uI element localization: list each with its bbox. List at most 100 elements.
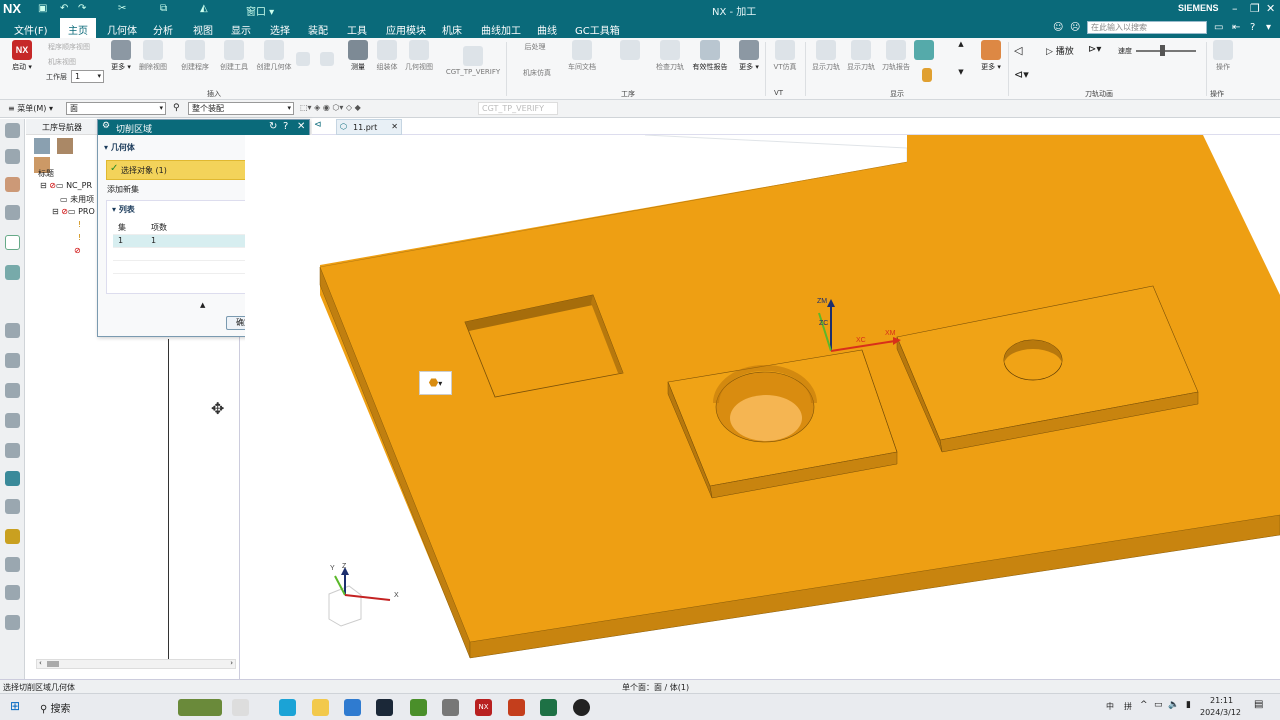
minecraft-icon[interactable]	[410, 699, 427, 716]
geometry-view-button[interactable]: 几何视图	[403, 40, 435, 72]
graphics-viewport[interactable]: ZM ZC XM XC Y Z X ⬣▾	[245, 135, 1280, 678]
menu-home[interactable]: 主页	[60, 18, 96, 38]
more-button-3[interactable]: 更多 ▾	[978, 40, 1004, 72]
selection-filter-popup[interactable]: ⬣▾	[419, 371, 452, 395]
delete-view-button[interactable]: 删除视图	[136, 40, 170, 72]
windows-start-icon[interactable]: ⊞	[10, 699, 20, 713]
ime-indicator[interactable]: 中	[1106, 701, 1114, 712]
tree-row[interactable]: !	[78, 233, 81, 242]
close-icon[interactable]: ✕	[1266, 2, 1275, 15]
help-icon[interactable]: ?	[1250, 22, 1255, 33]
arrow-up-icon[interactable]: ▲	[953, 40, 969, 48]
wrench-icon[interactable]	[5, 585, 20, 600]
menu-file[interactable]: 文件(F)	[14, 22, 48, 37]
network-icon[interactable]: ▭	[1154, 700, 1163, 710]
assembly-nav-icon[interactable]	[5, 177, 20, 192]
mirror-icon[interactable]: ◭	[200, 3, 208, 14]
menu-select[interactable]: 选择	[270, 22, 290, 37]
scope-filter-select[interactable]: 整个装配 ▾	[188, 102, 294, 115]
undo-icon[interactable]: ↶	[60, 3, 68, 14]
minimize-icon[interactable]: –	[1232, 2, 1238, 15]
model-canvas[interactable]: ZM ZC XM XC Y Z X	[245, 135, 1280, 678]
display-eye-button[interactable]	[914, 40, 934, 62]
clock-time[interactable]: 21:11	[1210, 696, 1233, 705]
cgt-field[interactable]: CGT_TP_VERIFY	[478, 102, 558, 115]
play-button[interactable]: ▷ 播放	[1046, 44, 1074, 57]
file-explorer-icon[interactable]	[312, 699, 329, 716]
navigator-toolbar[interactable]	[34, 138, 94, 173]
system-materials-icon[interactable]	[5, 443, 20, 458]
nx-taskbar-icon[interactable]: NX	[475, 699, 492, 716]
menu-assembly[interactable]: 装配	[308, 22, 328, 37]
validity-report-button[interactable]: 有效性报告	[690, 40, 730, 72]
command-search-input[interactable]: 在此输入以搜索	[1087, 21, 1207, 34]
horizontal-scrollbar[interactable]: ‹ ›	[36, 659, 236, 669]
constraint-nav-icon[interactable]	[5, 205, 20, 220]
reset-icon[interactable]: ↻	[269, 121, 277, 132]
tree-row[interactable]: ⊟ ⊘▭ PRO	[52, 207, 95, 216]
tray-chevron-icon[interactable]: ^	[1140, 700, 1148, 710]
battery-icon[interactable]: ▮	[1186, 700, 1191, 710]
step-forward-icon[interactable]: ⊳▾	[1088, 44, 1101, 55]
copy-icon[interactable]: ⧉	[160, 3, 167, 14]
shop-doc-button[interactable]: 车间文档	[564, 40, 600, 72]
geometry-section-header[interactable]: ▾ 几何体	[104, 142, 135, 153]
tree-row[interactable]: ⊘	[74, 246, 81, 255]
save-icon[interactable]: ▣	[38, 3, 47, 14]
machine-view-button[interactable]: 机床视图	[48, 57, 76, 67]
taskbar-search[interactable]: ⚲ 搜索	[40, 700, 71, 715]
display-tool-button[interactable]: 显示刀轨	[808, 40, 844, 72]
ime-mode[interactable]: 拼	[1124, 701, 1132, 712]
program-view-icon[interactable]	[34, 138, 50, 154]
recorder-icon[interactable]	[573, 699, 590, 716]
create-tool-button[interactable]: 创建工具	[215, 40, 253, 72]
folder-icon[interactable]	[442, 699, 459, 716]
add-icon-2[interactable]	[320, 52, 334, 68]
feedback-icon[interactable]: ☹	[1070, 22, 1080, 33]
settings-icon[interactable]	[5, 123, 20, 138]
volume-icon[interactable]: 🔈	[1168, 700, 1179, 710]
expand-icon[interactable]: ▾	[1266, 22, 1271, 33]
shop-doc2-button[interactable]	[605, 40, 655, 62]
menu-curve[interactable]: 曲线	[537, 22, 557, 37]
display-path-button[interactable]: 显示刀轨	[844, 40, 878, 72]
tree-row[interactable]: !	[78, 220, 81, 229]
menu-analysis[interactable]: 分析	[153, 22, 173, 37]
search-highlight-icon[interactable]	[178, 699, 222, 716]
assemble-button[interactable]: 组装体	[372, 40, 402, 72]
notification-icon[interactable]: ▤	[1254, 699, 1263, 710]
list-section-header[interactable]: ▾ 列表	[112, 204, 135, 215]
arrow-down-icon[interactable]: ▼	[953, 68, 969, 76]
menu-machine[interactable]: 机床	[442, 22, 462, 37]
reuse-library-icon[interactable]	[5, 323, 20, 338]
tool-view-icon[interactable]	[56, 138, 73, 154]
dialog-close-icon[interactable]: ✕	[297, 121, 305, 132]
program-order-button[interactable]: 程序顺序视图	[48, 42, 90, 52]
restore-icon[interactable]: ❐	[1250, 2, 1260, 15]
cut-icon[interactable]: ✂	[118, 3, 126, 14]
operation-nav-icon[interactable]	[5, 235, 20, 250]
menu-display[interactable]: 显示	[231, 22, 251, 37]
vt-sim-button[interactable]: VT仿真	[770, 40, 800, 72]
window-list-icon[interactable]: ▭	[1214, 22, 1223, 33]
history-icon[interactable]	[5, 413, 20, 428]
chart-icon[interactable]	[5, 529, 20, 544]
window-menu[interactable]: 窗口 ▾	[246, 3, 274, 18]
hd3d-icon[interactable]	[5, 353, 20, 368]
part-nav-icon[interactable]	[5, 149, 20, 164]
create-geometry-button[interactable]: 创建几何体	[256, 40, 292, 72]
menu-applications[interactable]: 应用模块	[386, 22, 426, 37]
tools-icon[interactable]	[5, 557, 20, 572]
filter-icon[interactable]: ⚲	[173, 103, 180, 113]
more-button-1[interactable]: 更多 ▾	[108, 40, 134, 72]
speed-slider-track[interactable]	[1136, 50, 1196, 52]
operate-button[interactable]: 操作	[1212, 40, 1234, 72]
tab-scroll-icon[interactable]: ⊲	[314, 120, 322, 130]
dialog-help-icon[interactable]: ?	[283, 121, 288, 132]
tree-row[interactable]: ⊟ ⊘▭ NC_PR	[40, 181, 92, 190]
tool-holder-button[interactable]	[916, 68, 938, 84]
create-program-button[interactable]: 创建程序	[178, 40, 212, 72]
tree-row[interactable]: ▭ 未用项	[60, 194, 94, 205]
rewind-icon[interactable]: ⊲▾	[1014, 68, 1029, 81]
more-button-2[interactable]: 更多 ▾	[736, 40, 762, 72]
